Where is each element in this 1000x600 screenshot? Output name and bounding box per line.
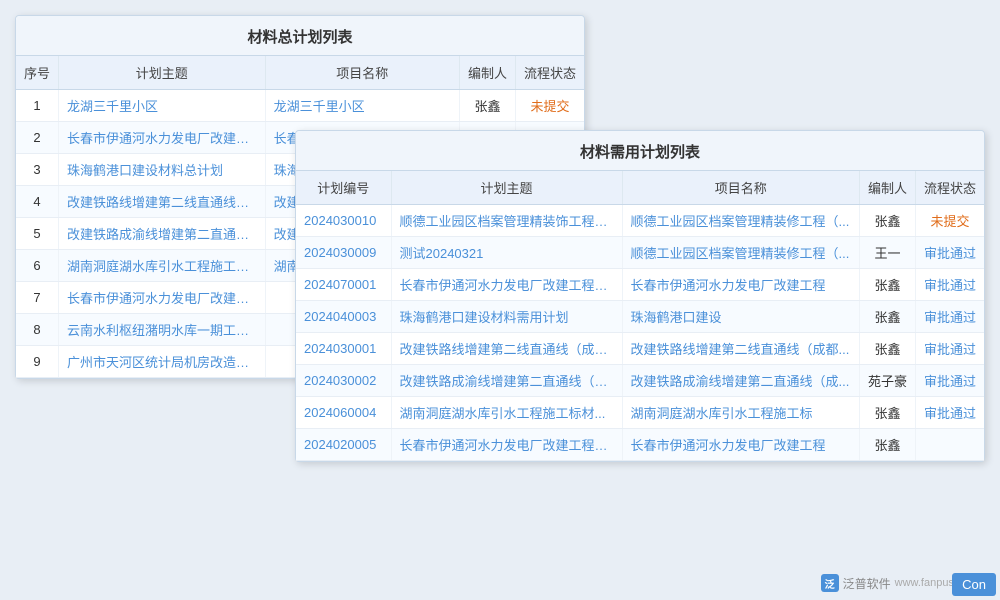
cell-status2: 审批通过 [915, 397, 984, 429]
table-row: 2024070001 长春市伊通河水力发电厂改建工程合... 长春市伊通河水力发… [296, 269, 984, 301]
cell-editor2: 张鑫 [859, 205, 915, 237]
cell-editor2: 苑子豪 [859, 365, 915, 397]
cell-plan-no[interactable]: 2024030002 [296, 365, 391, 397]
cell-editor2: 张鑫 [859, 301, 915, 333]
cell-plan[interactable]: 湖南洞庭湖水库引水工程施工标材料总计划 [59, 250, 266, 282]
cell-project-name[interactable]: 顺德工业园区档案管理精装修工程（... [622, 237, 859, 269]
cell-status2: 未提交 [915, 205, 984, 237]
cell-id: 6 [16, 250, 59, 282]
col-plan-theme: 计划主题 [391, 171, 622, 205]
table-row: 2024040003 珠海鹤港口建设材料需用计划 珠海鹤港口建设 张鑫 审批通过 [296, 301, 984, 333]
total-plan-header-row: 序号 计划主题 项目名称 编制人 流程状态 [16, 56, 584, 90]
cell-status2: 审批通过 [915, 333, 984, 365]
cell-plan-no[interactable]: 2024040003 [296, 301, 391, 333]
cell-plan-no[interactable]: 2024030009 [296, 237, 391, 269]
cell-id: 7 [16, 282, 59, 314]
watermark-logo: 泛 [821, 574, 839, 592]
cell-plan-no[interactable]: 2024020005 [296, 429, 391, 461]
cell-id: 5 [16, 218, 59, 250]
cell-plan[interactable]: 龙湖三千里小区 [59, 90, 266, 122]
cell-plan-no[interactable]: 2024030010 [296, 205, 391, 237]
cell-editor2: 张鑫 [859, 397, 915, 429]
cell-plan[interactable]: 长春市伊通河水力发电厂改建工程材料总计划 [59, 282, 266, 314]
cell-plan-no[interactable]: 2024030001 [296, 333, 391, 365]
demand-plan-table: 材料需用计划列表 计划编号 计划主题 项目名称 编制人 流程状态 2024030… [295, 130, 985, 462]
col-status2: 流程状态 [915, 171, 984, 205]
table-row: 2024030002 改建铁路成渝线增建第二直通线（成... 改建铁路成渝线增建… [296, 365, 984, 397]
cell-plan-no[interactable]: 2024060004 [296, 397, 391, 429]
cell-plan-theme[interactable]: 改建铁路成渝线增建第二直通线（成... [391, 365, 622, 397]
col-editor: 编制人 [459, 56, 515, 90]
table-row: 2024030010 顺德工业园区档案管理精装饰工程（... 顺德工业园区档案管… [296, 205, 984, 237]
cell-id: 9 [16, 346, 59, 378]
cell-plan[interactable]: 改建铁路成渝线增建第二直通线（成渝枢纽... [59, 218, 266, 250]
cell-status2: 审批通过 [915, 301, 984, 333]
cell-id: 1 [16, 90, 59, 122]
table-row: 2024030001 改建铁路线增建第二线直通线（成都... 改建铁路线增建第二… [296, 333, 984, 365]
cell-id: 2 [16, 122, 59, 154]
cell-project-name[interactable]: 改建铁路成渝线增建第二直通线（成... [622, 365, 859, 397]
cell-editor2: 张鑫 [859, 429, 915, 461]
cell-plan-theme[interactable]: 湖南洞庭湖水库引水工程施工标材... [391, 397, 622, 429]
cell-project-name[interactable]: 长春市伊通河水力发电厂改建工程 [622, 429, 859, 461]
cell-plan-no[interactable]: 2024070001 [296, 269, 391, 301]
cell-editor2: 张鑫 [859, 269, 915, 301]
cell-editor2: 张鑫 [859, 333, 915, 365]
table-row: 2024060004 湖南洞庭湖水库引水工程施工标材... 湖南洞庭湖水库引水工… [296, 397, 984, 429]
cell-id: 8 [16, 314, 59, 346]
col-project-name: 项目名称 [622, 171, 859, 205]
col-plan-no: 计划编号 [296, 171, 391, 205]
total-plan-title: 材料总计划列表 [16, 16, 584, 56]
cell-status2: 审批通过 [915, 365, 984, 397]
demand-plan-title: 材料需用计划列表 [296, 131, 984, 171]
cell-plan-theme[interactable]: 测试20240321 [391, 237, 622, 269]
table-row: 1 龙湖三千里小区 龙湖三千里小区 张鑫 未提交 [16, 90, 584, 122]
cell-plan-theme[interactable]: 改建铁路线增建第二线直通线（成都... [391, 333, 622, 365]
cell-editor: 张鑫 [459, 90, 515, 122]
cell-plan[interactable]: 广州市天河区统计局机房改造项目材料总计划 [59, 346, 266, 378]
col-plan: 计划主题 [59, 56, 266, 90]
cell-project-name[interactable]: 顺德工业园区档案管理精装修工程（... [622, 205, 859, 237]
cell-project[interactable]: 龙湖三千里小区 [265, 90, 459, 122]
demand-plan-header-row: 计划编号 计划主题 项目名称 编制人 流程状态 [296, 171, 984, 205]
con-button[interactable]: Con [952, 573, 996, 596]
table-row: 2024020005 长春市伊通河水力发电厂改建工程材... 长春市伊通河水力发… [296, 429, 984, 461]
col-project: 项目名称 [265, 56, 459, 90]
cell-status2: 审批通过 [915, 237, 984, 269]
cell-plan[interactable]: 云南水利枢纽潴明水库一期工程施工标材料... [59, 314, 266, 346]
cell-plan[interactable]: 改建铁路线增建第二线直通线（成都-西安）... [59, 186, 266, 218]
cell-project-name[interactable]: 珠海鹤港口建设 [622, 301, 859, 333]
col-seq: 序号 [16, 56, 59, 90]
table-row: 2024030009 测试20240321 顺德工业园区档案管理精装修工程（..… [296, 237, 984, 269]
cell-status: 未提交 [515, 90, 584, 122]
cell-plan[interactable]: 珠海鹤港口建设材料总计划 [59, 154, 266, 186]
cell-editor2: 王一 [859, 237, 915, 269]
cell-plan-theme[interactable]: 珠海鹤港口建设材料需用计划 [391, 301, 622, 333]
watermark-text: 泛普软件 [843, 575, 891, 592]
cell-project-name[interactable]: 湖南洞庭湖水库引水工程施工标 [622, 397, 859, 429]
cell-project-name[interactable]: 改建铁路线增建第二线直通线（成都... [622, 333, 859, 365]
col-status: 流程状态 [515, 56, 584, 90]
cell-plan-theme[interactable]: 长春市伊通河水力发电厂改建工程材... [391, 429, 622, 461]
cell-status2: 审批通过 [915, 269, 984, 301]
cell-plan[interactable]: 长春市伊通河水力发电厂改建工程合同材料... [59, 122, 266, 154]
cell-project-name[interactable]: 长春市伊通河水力发电厂改建工程 [622, 269, 859, 301]
col-editor2: 编制人 [859, 171, 915, 205]
cell-id: 4 [16, 186, 59, 218]
cell-plan-theme[interactable]: 长春市伊通河水力发电厂改建工程合... [391, 269, 622, 301]
cell-plan-theme[interactable]: 顺德工业园区档案管理精装饰工程（... [391, 205, 622, 237]
cell-id: 3 [16, 154, 59, 186]
cell-status2 [915, 429, 984, 461]
